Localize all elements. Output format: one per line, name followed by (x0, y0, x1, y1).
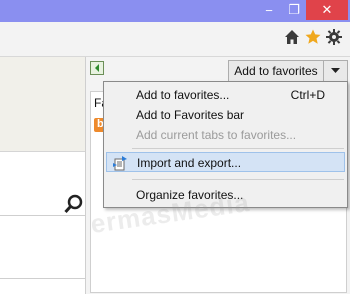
search-icon[interactable] (64, 194, 84, 214)
command-bar (0, 22, 350, 57)
title-bar: − ❐ ✕ (0, 0, 350, 22)
home-icon[interactable] (283, 28, 301, 46)
page-header-area (0, 57, 85, 152)
search-box[interactable] (0, 215, 85, 279)
shortcut-label: Ctrl+D (290, 88, 325, 102)
restore-button[interactable]: ❐ (283, 0, 305, 20)
pin-favorites-icon[interactable] (90, 61, 104, 75)
add-to-favorites-button[interactable]: Add to favorites (228, 60, 348, 82)
star-icon[interactable] (304, 28, 322, 46)
gear-icon[interactable] (325, 28, 343, 46)
menu-item-import-and-export[interactable]: Import and export... (106, 152, 345, 172)
chevron-down-icon[interactable] (324, 68, 347, 74)
close-button[interactable]: ✕ (306, 0, 348, 20)
menu-item-add-current-tabs: Add current tabs to favorites... (136, 128, 297, 142)
menu-separator (132, 179, 344, 180)
minimize-button[interactable]: − (258, 0, 280, 20)
add-to-favorites-label: Add to favorites (234, 64, 318, 78)
menu-item-add-to-favorites[interactable]: Add to favorites... Ctrl+D (106, 85, 345, 105)
menu-item-add-to-favorites-bar[interactable]: Add to Favorites bar (106, 105, 345, 125)
page-content (0, 57, 85, 294)
import-export-icon (113, 156, 127, 171)
menu-separator (132, 148, 344, 149)
